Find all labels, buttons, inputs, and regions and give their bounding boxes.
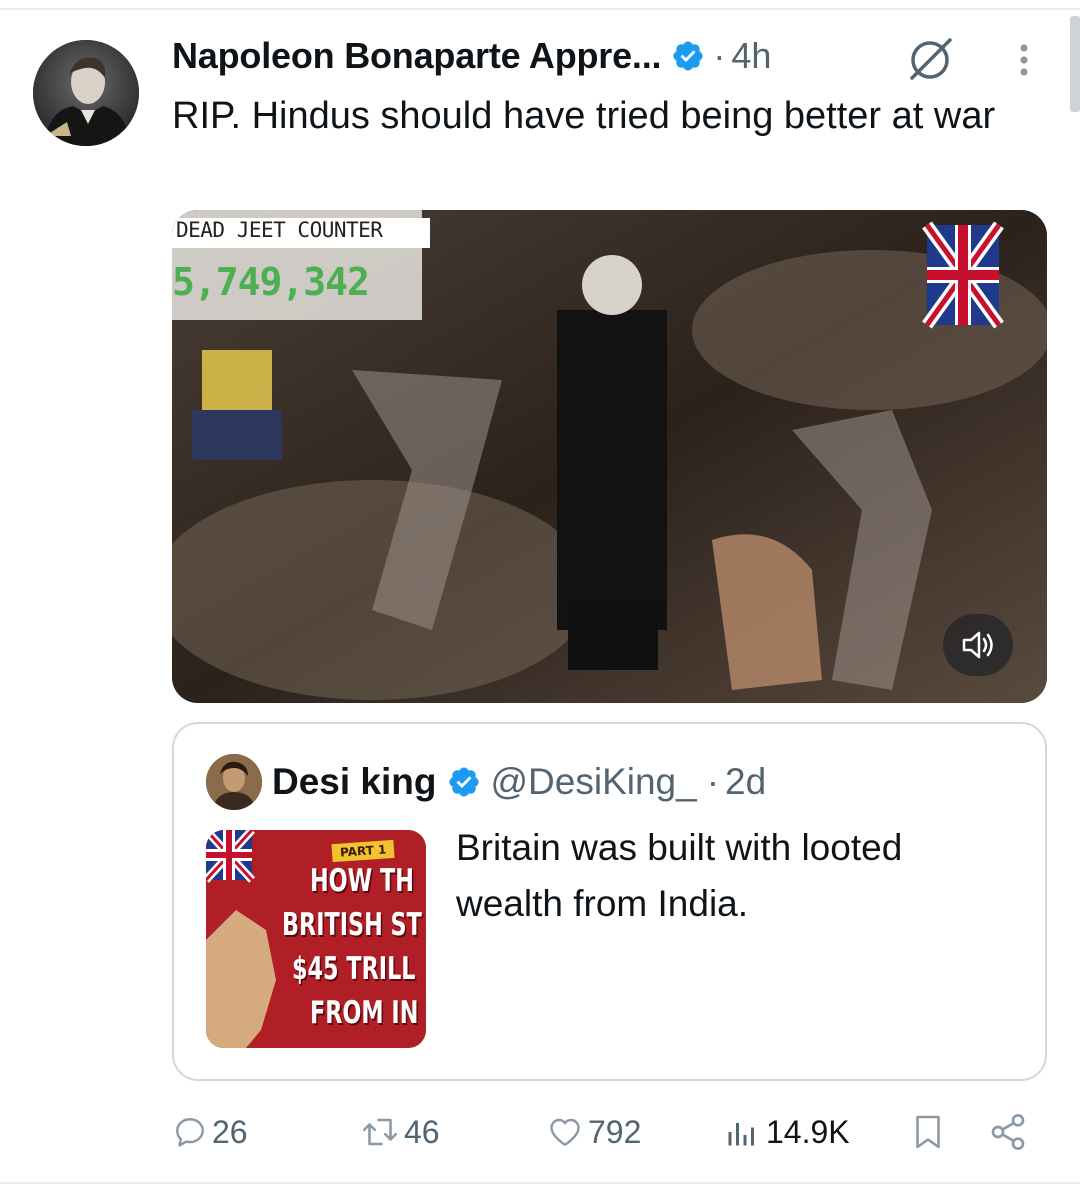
quoted-author-avatar[interactable] — [206, 754, 262, 810]
more-icon[interactable] — [1012, 40, 1036, 80]
action-bar: 26 46 792 14.9K — [172, 1104, 1032, 1160]
quoted-time[interactable]: 2d — [725, 761, 766, 803]
quoted-author-name[interactable]: Desi king — [272, 761, 437, 803]
reply-button[interactable]: 26 — [172, 1104, 248, 1160]
grok-icon[interactable] — [904, 34, 956, 82]
repost-count: 46 — [404, 1113, 440, 1150]
quoted-text: Britain was built with looted wealth fro… — [456, 827, 903, 924]
top-divider — [0, 8, 1080, 10]
share-icon — [991, 1114, 1025, 1150]
like-icon — [550, 1118, 580, 1146]
reply-icon — [176, 1118, 204, 1147]
time-separator: · — [713, 35, 726, 76]
views-icon — [728, 1123, 754, 1146]
scrollbar[interactable] — [1070, 16, 1080, 112]
thumbnail-line: $45 TRILL — [292, 951, 416, 987]
video-overlay-counter: 5,749,342 — [172, 260, 370, 304]
verified-badge-icon — [448, 767, 479, 797]
author-avatar[interactable] — [33, 40, 139, 146]
quoted-handle[interactable]: @DesiKing_ — [491, 761, 697, 803]
quoted-header: Desi king @DesiKing_ · 2d — [272, 756, 766, 808]
verified-badge-icon — [673, 41, 703, 71]
bookmark-icon — [916, 1115, 940, 1149]
share-button[interactable] — [988, 1104, 1028, 1160]
bookmark-button[interactable] — [910, 1104, 946, 1160]
like-count: 792 — [588, 1113, 642, 1150]
reply-count: 26 — [212, 1113, 248, 1150]
tweet-video[interactable]: DEAD JEET COUNTER 5,749,342 — [172, 210, 1047, 703]
tweet-time[interactable]: 4h — [731, 35, 771, 77]
quoted-thumbnail: PART 1 HOW TH BRITISH ST $45 TRILL FROM … — [206, 830, 426, 1048]
repost-button[interactable]: 46 — [360, 1104, 440, 1160]
tweet-text: RIP. Hindus should have tried being bett… — [172, 95, 996, 137]
thumbnail-line: HOW TH — [310, 863, 414, 899]
mute-button[interactable] — [943, 614, 1013, 676]
quoted-tweet[interactable]: Desi king @DesiKing_ · 2d PART 1 HOW TH … — [172, 722, 1047, 1081]
thumbnail-line: FROM IN — [310, 995, 419, 1031]
author-name[interactable]: Napoleon Bonaparte Appre... — [172, 35, 662, 77]
like-button[interactable]: 792 — [546, 1104, 641, 1160]
volume-icon — [962, 631, 993, 659]
quoted-time-separator: · — [706, 761, 720, 802]
tweet-header: Napoleon Bonaparte Appre... · 4h — [172, 34, 771, 78]
video-overlay-title: DEAD JEET COUNTER — [172, 218, 430, 248]
repost-icon — [362, 1118, 398, 1146]
bottom-divider — [0, 1182, 1080, 1184]
views-count: 14.9K — [766, 1113, 850, 1150]
thumbnail-line: BRITISH ST — [282, 907, 422, 943]
views-button[interactable]: 14.9K — [724, 1104, 850, 1160]
